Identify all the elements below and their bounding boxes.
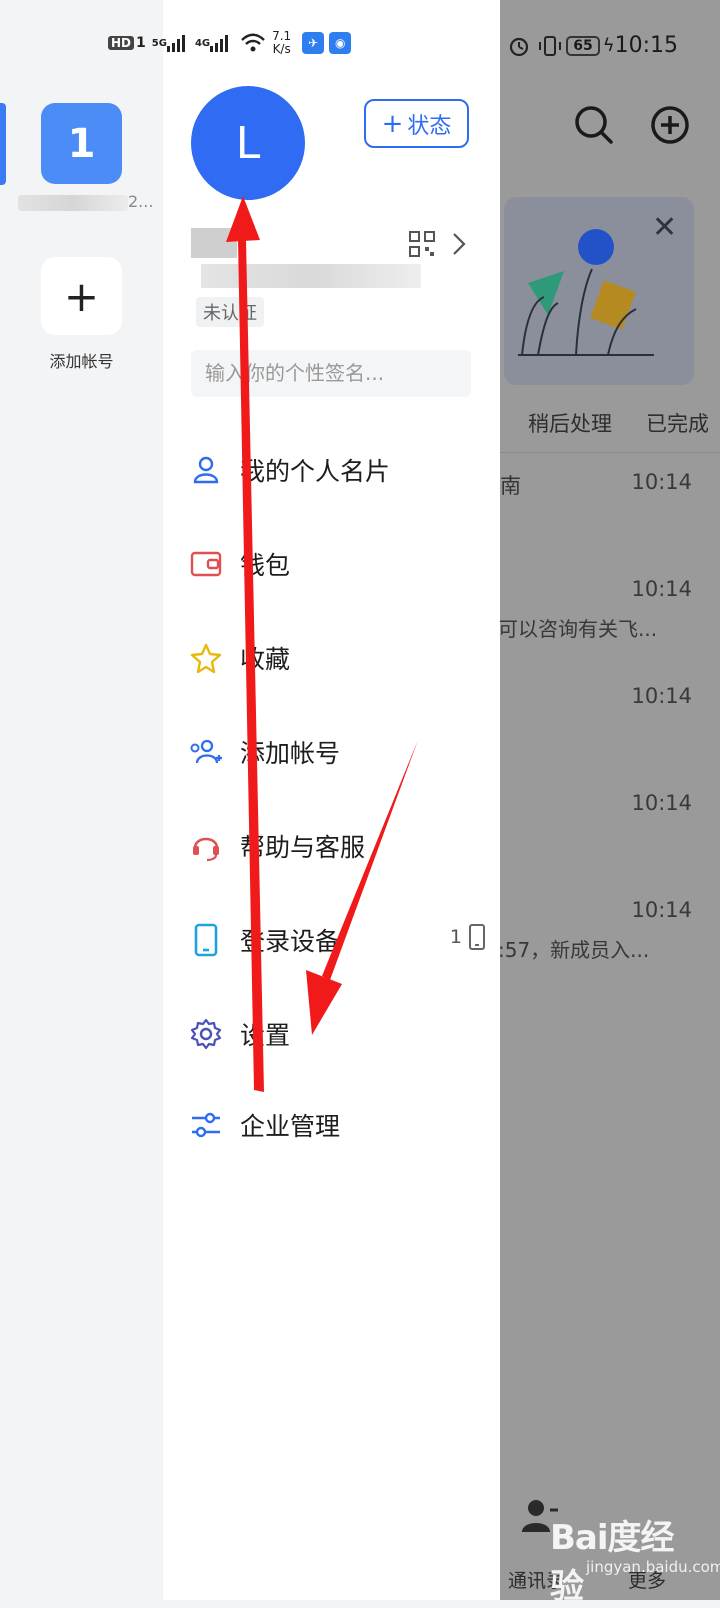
profile-drawer: L + 状态 未认证 输入你的个性签名... 我的个人名片 钱包 收藏 添加帐号… [163,0,500,1600]
list-item[interactable]: 10:14 可以咨询有关飞... [500,577,720,641]
star-icon [189,641,223,675]
device-phone-icon [469,924,485,950]
list-item-snippet: 可以咨询有关飞... [500,617,658,641]
menu-item-label: 帮助与客服 [240,833,366,862]
gear-icon [189,1017,223,1051]
add-account-button[interactable]: + [41,257,122,335]
divider [500,452,720,453]
avatar[interactable]: L [191,86,305,200]
list-item[interactable]: 南 10:14 [500,470,720,510]
blurred-user-name [191,228,421,290]
watermark-url: jingyan.baidu.com [586,1558,720,1576]
tab-later[interactable]: 稍后处理 [528,412,612,436]
chevron-right-icon[interactable] [450,231,468,257]
menu-item-add-account[interactable]: 添加帐号 [163,722,500,782]
menu-item-label: 钱包 [240,551,291,580]
tab-done[interactable]: 已完成 [646,412,709,436]
list-item-time: 10:14 [631,470,692,494]
account-name: 2... [18,192,158,211]
watermark: Bai度经验 jingyan.baidu.com [550,1510,720,1607]
list-item-time: 10:14 [631,577,692,601]
wallet-icon [189,547,223,581]
blurred-name [18,194,128,211]
add-people-icon [189,735,223,769]
blurred-id-block [201,264,421,288]
list-item[interactable]: 10:14 :57，新成员入... [500,898,720,962]
list-item-time: 10:14 [631,898,692,922]
qr-code-icon[interactable] [409,231,435,257]
background-app-dimmed[interactable]: ✕ 稍后处理 已完成 南 10:14 10:14 可以咨询有关飞... 10:14… [500,0,720,1600]
menu-item-login-devices[interactable]: 登录设备 1 [163,910,500,970]
menu-item-wallet[interactable]: 钱包 [163,534,500,594]
list-item[interactable]: 10:14 [500,791,720,831]
account-avatar[interactable]: 1 [41,103,122,184]
menu-item-favorites[interactable]: 收藏 [163,628,500,688]
headset-icon [189,829,223,863]
active-account-indicator [0,103,6,185]
menu-item-label: 企业管理 [240,1112,341,1141]
menu-item-label: 收藏 [240,645,291,674]
list-item-time: 10:14 [631,684,692,708]
menu-item-label: 设置 [240,1021,291,1050]
close-icon[interactable]: ✕ [652,213,677,243]
account-name-suffix: 2... [128,192,154,211]
menu-item-business-card[interactable]: 我的个人名片 [163,440,500,500]
menu-item-settings[interactable]: 设置 [163,1004,500,1064]
list-item-title: 南 [500,474,521,498]
blurred-name-block [191,228,237,258]
device-count: 1 [450,924,486,950]
add-status-button[interactable]: + 状态 [364,99,469,148]
background-tabs[interactable]: 稍后处理 已完成 [528,408,720,438]
verify-status-badge[interactable]: 未认证 [196,297,264,327]
account-rail: 1 2... + 添加帐号 [0,0,163,1600]
add-circle-icon[interactable] [648,103,692,147]
add-account-label: 添加帐号 [49,352,114,371]
list-item[interactable]: 10:14 [500,684,720,724]
list-item-time: 10:14 [631,791,692,815]
menu-item-enterprise[interactable]: 企业管理 [163,1095,500,1155]
status-button-label: 状态 [407,113,452,139]
signature-input[interactable]: 输入你的个性签名... [191,350,471,397]
menu-item-label: 添加帐号 [240,739,341,768]
phone-icon [189,923,223,957]
person-icon [189,453,223,487]
promo-banner: ✕ [504,197,694,385]
menu-item-help[interactable]: 帮助与客服 [163,816,500,876]
sliders-icon [189,1108,223,1142]
search-icon[interactable] [572,103,616,147]
menu-item-label: 登录设备 [240,927,341,956]
plus-icon: + [381,108,404,139]
list-item-snippet: :57，新成员入... [500,938,650,962]
device-count-value: 1 [449,926,462,948]
menu-item-label: 我的个人名片 [240,457,391,486]
